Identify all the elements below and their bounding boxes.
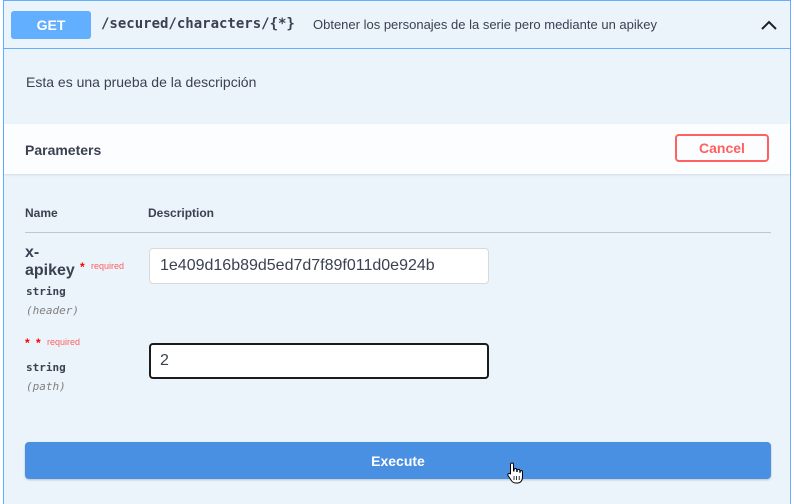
path-param-input[interactable] [149, 343, 489, 379]
parameters-header: Parameters Cancel [4, 124, 790, 174]
http-method-badge: GET [11, 11, 91, 39]
param-type: string [26, 361, 66, 374]
operation-summary[interactable]: GET /secured/characters/{*} Obtener los … [4, 1, 790, 49]
param-name-star: * [25, 336, 30, 350]
param-name-line2: apikey [25, 262, 75, 279]
required-label: required [91, 261, 125, 271]
header-divider [25, 232, 771, 233]
operation-summary-text: Obtener los personajes de la serie pero … [313, 17, 657, 32]
hand-pointer-cursor-icon [507, 462, 523, 484]
required-star: * [80, 260, 85, 274]
parameters-title: Parameters [25, 142, 102, 158]
operation-block: GET /secured/characters/{*} Obtener los … [3, 0, 791, 504]
param-name-line1: x- [25, 244, 40, 261]
required-star: * [36, 336, 41, 350]
operation-description: Esta es una prueba de la descripción [26, 74, 257, 90]
operation-path: /secured/characters/{*} [101, 16, 295, 32]
param-location: (path) [26, 380, 66, 393]
apikey-input[interactable] [149, 248, 489, 284]
execute-button[interactable]: Execute [25, 442, 771, 479]
cancel-button[interactable]: Cancel [675, 134, 769, 162]
chevron-up-icon[interactable] [757, 13, 781, 37]
required-label: required [47, 337, 81, 347]
param-type: string [26, 285, 66, 298]
param-location: (header) [26, 304, 79, 317]
column-header-name: Name [25, 206, 58, 220]
column-header-description: Description [148, 206, 215, 220]
